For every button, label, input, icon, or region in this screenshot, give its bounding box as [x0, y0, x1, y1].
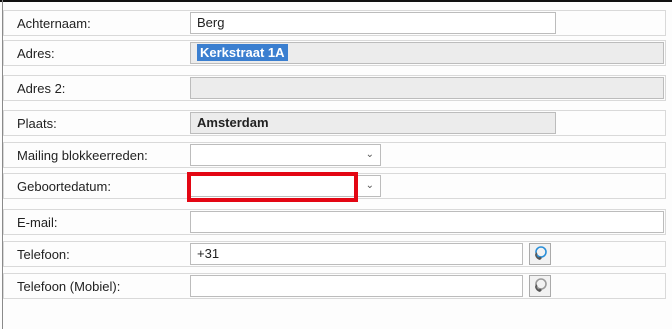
adres2-input[interactable] — [190, 77, 664, 99]
adres-input[interactable]: Kerkstraat 1A — [190, 42, 664, 64]
row-adres: Adres: Kerkstraat 1A — [3, 40, 666, 66]
label-plaats: Plaats: — [17, 116, 57, 131]
label-mailing: Mailing blokkeerreden: — [17, 148, 148, 163]
call-telefoon-button[interactable] — [529, 243, 551, 265]
row-telefoon: Telefoon: +31 — [3, 241, 666, 267]
adres-selected-text: Kerkstraat 1A — [197, 44, 288, 61]
telefoon-input[interactable]: +31 — [190, 243, 523, 265]
row-email: E-mail: — [3, 209, 666, 235]
top-border — [0, 0, 672, 2]
row-achternaam: Achternaam: Berg — [3, 10, 666, 36]
chevron-down-icon[interactable]: ⌄ — [366, 145, 374, 165]
row-plaats: Plaats: Amsterdam — [3, 110, 666, 136]
label-geboortedatum: Geboortedatum: — [17, 179, 111, 194]
mailing-blokkeerreden-select[interactable]: ⌄ — [190, 144, 381, 166]
row-adres2: Adres 2: — [3, 75, 666, 101]
plaats-input[interactable]: Amsterdam — [190, 112, 556, 134]
phone-icon — [535, 246, 547, 260]
label-achternaam: Achternaam: — [17, 16, 91, 31]
phone-icon — [535, 278, 547, 292]
label-adres2: Adres 2: — [17, 81, 66, 96]
achternaam-input[interactable]: Berg — [190, 12, 556, 34]
row-mailing: Mailing blokkeerreden: ⌄ — [3, 142, 666, 168]
call-mobiel-button[interactable] — [529, 275, 551, 297]
chevron-down-icon[interactable]: ⌄ — [366, 176, 374, 196]
label-telefoon-mobiel: Telefoon (Mobiel): — [17, 279, 121, 294]
telefoon-mobiel-input[interactable] — [190, 275, 523, 297]
label-email: E-mail: — [17, 215, 58, 230]
highlight-box — [187, 172, 358, 202]
label-adres: Adres: — [17, 46, 55, 61]
email-input[interactable] — [190, 211, 664, 233]
label-telefoon: Telefoon: — [17, 247, 70, 262]
row-telefoon-mobiel: Telefoon (Mobiel): — [3, 273, 666, 299]
